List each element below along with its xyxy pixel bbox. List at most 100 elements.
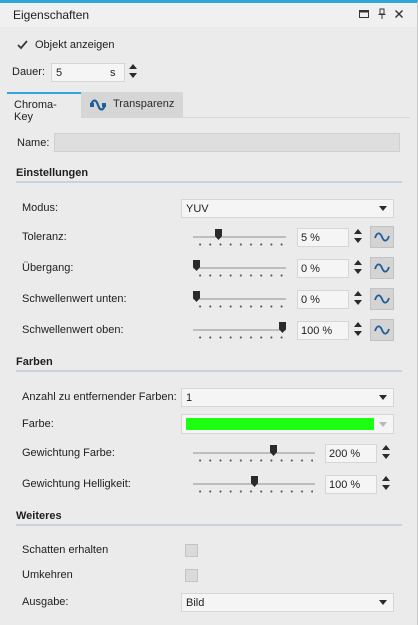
weight-brightness-stepper[interactable] — [380, 475, 392, 494]
threshold-high-input[interactable]: 100 % — [297, 321, 349, 340]
color-label: Farbe: — [22, 418, 54, 430]
colors-divider — [16, 370, 402, 372]
threshold-low-input[interactable]: 0 % — [297, 290, 349, 309]
increment-arrow-icon[interactable] — [354, 322, 362, 327]
name-label: Name: — [17, 137, 50, 149]
pin-icon[interactable] — [376, 8, 388, 20]
duration-stepper[interactable] — [127, 63, 139, 82]
slider-thumb[interactable] — [215, 229, 222, 240]
threshold-high-slider[interactable] — [193, 322, 286, 342]
chevron-down-icon — [379, 206, 387, 211]
threshold-low-slider[interactable] — [193, 291, 286, 311]
close-icon[interactable] — [393, 8, 405, 20]
chevron-down-icon — [379, 422, 387, 427]
weight-color-slider[interactable] — [193, 445, 315, 465]
tolerance-label: Toleranz: — [22, 231, 67, 243]
tab-label: Chroma-Key — [14, 99, 57, 123]
decrement-arrow-icon[interactable] — [354, 331, 362, 336]
increment-arrow-icon[interactable] — [129, 64, 137, 69]
keep-shadow-checkbox[interactable] — [185, 544, 198, 557]
name-field[interactable] — [54, 133, 400, 152]
threshold-high-stepper[interactable] — [352, 321, 364, 340]
slider-ticks — [195, 243, 284, 246]
decrement-arrow-icon[interactable] — [354, 300, 362, 305]
invert-label: Umkehren — [22, 569, 73, 581]
slider-track — [193, 267, 286, 269]
increment-arrow-icon[interactable] — [354, 229, 362, 234]
weight-color-value: 200 % — [329, 448, 361, 460]
weight-color-label: Gewichtung Farbe: — [22, 447, 115, 459]
slider-ticks — [195, 305, 284, 308]
slider-thumb[interactable] — [270, 445, 277, 456]
slider-thumb[interactable] — [193, 260, 200, 271]
slider-track — [193, 236, 286, 238]
increment-arrow-icon[interactable] — [354, 260, 362, 265]
tab-bar: Chroma-Key Transparenz — [7, 92, 410, 123]
weight-brightness-label: Gewichtung Helligkeit: — [22, 478, 131, 490]
increment-arrow-icon[interactable] — [382, 476, 390, 481]
slider-track — [193, 452, 315, 454]
duration-label: Dauer: — [12, 66, 46, 78]
show-object-label: Objekt anzeigen — [35, 39, 115, 51]
color-count-label: Anzahl zu entfernender Farben: — [22, 391, 177, 403]
settings-heading: Einstellungen — [16, 167, 89, 179]
output-select[interactable]: Bild — [181, 593, 394, 612]
tolerance-stepper[interactable] — [352, 228, 364, 247]
more-divider — [16, 524, 402, 526]
maximize-icon[interactable] — [358, 8, 370, 20]
slider-thumb[interactable] — [251, 476, 258, 487]
more-heading: Weiteres — [16, 510, 62, 522]
invert-checkbox[interactable] — [185, 569, 198, 582]
color-count-select[interactable]: 1 — [181, 388, 394, 407]
transition-slider[interactable] — [193, 260, 286, 280]
increment-arrow-icon[interactable] — [354, 291, 362, 296]
duration-unit: s — [110, 67, 116, 79]
wave-icon — [374, 263, 390, 273]
weight-brightness-slider[interactable] — [193, 476, 315, 496]
show-object-checkbox[interactable] — [16, 38, 29, 51]
color-count-value: 1 — [186, 392, 193, 404]
transition-stepper[interactable] — [352, 259, 364, 278]
tolerance-slider[interactable] — [193, 229, 286, 249]
increment-arrow-icon[interactable] — [382, 445, 390, 450]
transition-curve-button[interactable] — [370, 257, 394, 279]
weight-brightness-input[interactable]: 100 % — [325, 475, 377, 494]
slider-ticks — [195, 459, 313, 462]
duration-value: 5 — [56, 67, 63, 79]
threshold-low-curve-button[interactable] — [370, 288, 394, 310]
decrement-arrow-icon[interactable] — [129, 73, 137, 78]
decrement-arrow-icon[interactable] — [382, 485, 390, 490]
weight-color-input[interactable]: 200 % — [325, 444, 377, 463]
weight-brightness-value: 100 % — [329, 479, 361, 491]
tolerance-value: 5 % — [301, 232, 320, 244]
transition-label: Übergang: — [22, 262, 74, 274]
settings-divider — [16, 181, 402, 183]
color-swatch — [186, 418, 374, 430]
properties-panel: Eigenschaften Objekt anzeigen Dauer: 5 s… — [0, 0, 418, 625]
tab-chroma-key[interactable]: Chroma-Key — [7, 92, 81, 123]
color-picker[interactable] — [181, 414, 394, 434]
threshold-low-label: Schwellenwert unten: — [22, 293, 127, 305]
decrement-arrow-icon[interactable] — [354, 238, 362, 243]
threshold-high-curve-button[interactable] — [370, 319, 394, 341]
slider-track — [193, 298, 286, 300]
weight-color-stepper[interactable] — [380, 444, 392, 463]
decrement-arrow-icon[interactable] — [382, 454, 390, 459]
duration-input[interactable]: 5 s — [51, 63, 125, 82]
slider-thumb[interactable] — [279, 322, 286, 333]
slider-ticks — [195, 336, 284, 339]
wave-icon — [374, 294, 390, 304]
tab-transparency[interactable]: Transparenz — [81, 92, 183, 118]
mode-select[interactable]: YUV — [181, 199, 394, 218]
transition-input[interactable]: 0 % — [297, 259, 349, 278]
tolerance-curve-button[interactable] — [370, 226, 394, 248]
slider-ticks — [195, 274, 284, 277]
decrement-arrow-icon[interactable] — [354, 269, 362, 274]
slider-thumb[interactable] — [193, 291, 200, 302]
keep-shadow-label: Schatten erhalten — [22, 544, 109, 556]
tolerance-input[interactable]: 5 % — [297, 228, 349, 247]
wave-icon — [374, 232, 390, 242]
transparency-icon — [89, 97, 107, 116]
panel-title: Eigenschaften — [13, 8, 90, 22]
threshold-low-stepper[interactable] — [352, 290, 364, 309]
